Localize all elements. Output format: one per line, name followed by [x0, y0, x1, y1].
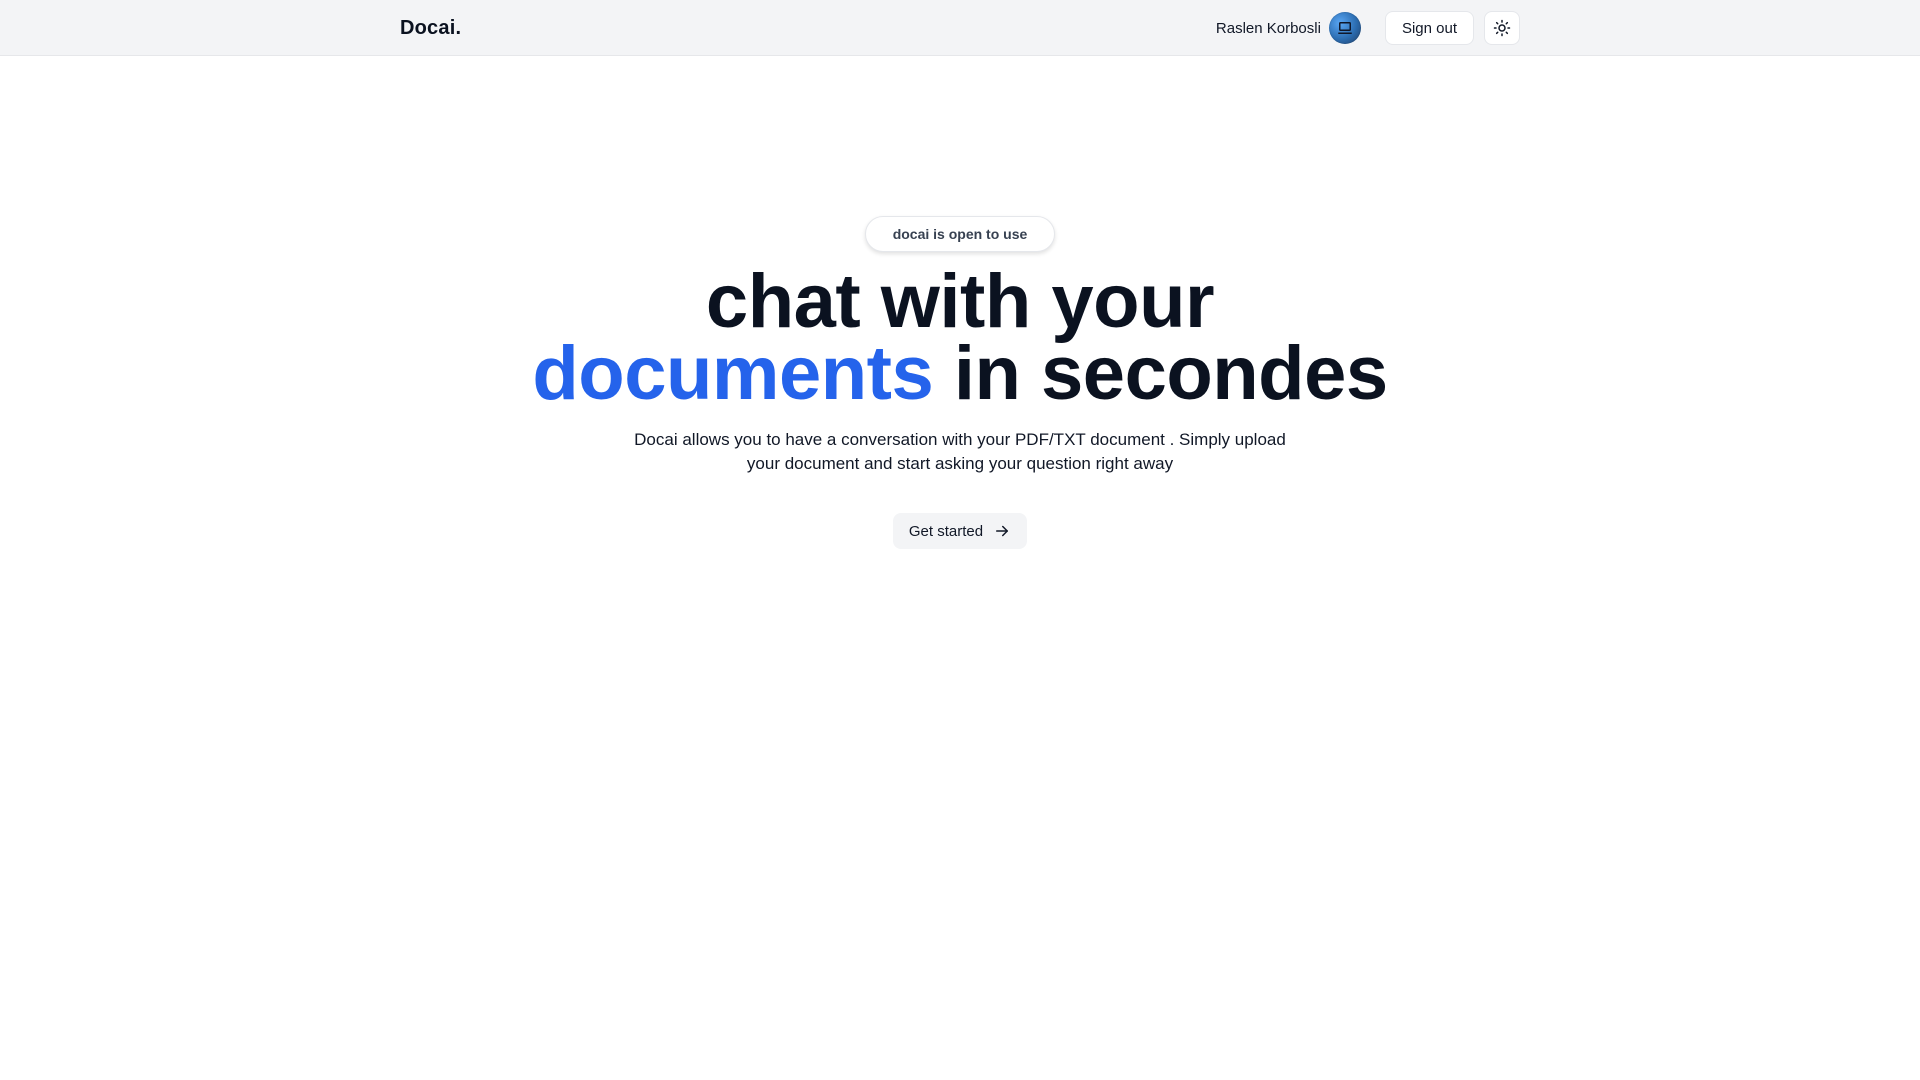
navbar-actions: Raslen Korbosli Sign out — [1216, 11, 1520, 45]
get-started-label: Get started — [908, 522, 984, 540]
user-name: Raslen Korbosli — [1215, 19, 1321, 37]
sign-out-button[interactable]: Sign out — [1384, 11, 1474, 45]
headline-accent: documents — [532, 331, 934, 416]
headline-rest: in secondes — [953, 331, 1388, 416]
hero-headline: chat with your documents in secondes — [532, 264, 1388, 412]
get-started-button[interactable]: Get started — [892, 513, 1028, 549]
navbar-inner: Docai. Raslen Korbosli Sign out — [400, 0, 1520, 56]
sun-icon — [1493, 19, 1511, 37]
hero-subtitle: Docai allows you to have a conversation … — [634, 430, 1286, 473]
hero-section: docai is open to use chat with your docu… — [0, 56, 1920, 1080]
user-profile[interactable]: Raslen Korbosli — [1216, 12, 1361, 44]
laptop-icon — [1338, 22, 1352, 34]
theme-toggle-button[interactable] — [1484, 11, 1520, 45]
avatar[interactable] — [1328, 12, 1361, 44]
status-badge: docai is open to use — [865, 216, 1055, 252]
brand-logo[interactable]: Docai. — [400, 17, 461, 40]
arrow-right-icon — [996, 525, 1009, 537]
navbar: Docai. Raslen Korbosli Sign out — [0, 0, 1920, 56]
